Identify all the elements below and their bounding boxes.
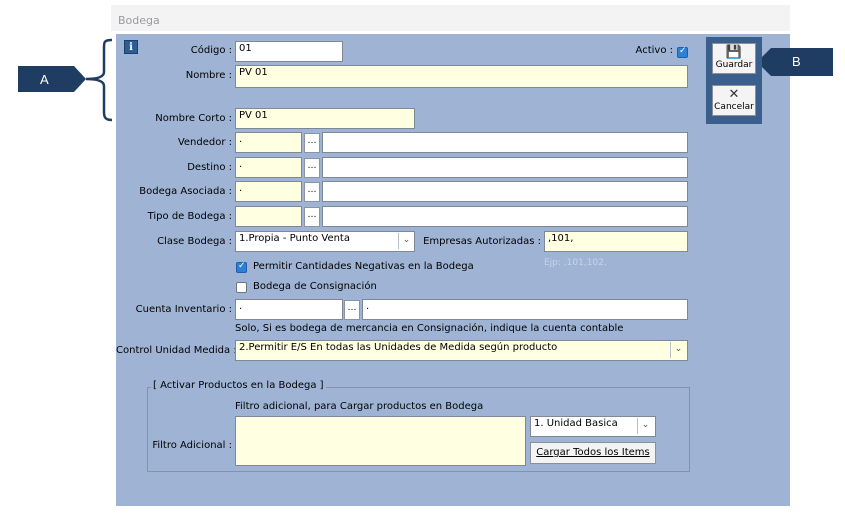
unidad-value: 1. Unidad Basica [534,418,618,429]
tipo-bodega-label: Tipo de Bodega : [147,211,232,222]
bodega-asociada-code-input[interactable]: . [235,181,302,202]
destino-label: Destino : [187,162,232,173]
cuenta-inventario-lookup-button[interactable]: … [344,300,360,320]
save-button[interactable]: 💾 Guardar [712,43,756,74]
tipo-bodega-desc-input[interactable] [322,206,688,227]
cuenta-inventario-note: Solo, Si es bodega de mercancia en Consi… [235,323,624,334]
consignacion-label: Bodega de Consignación [253,281,377,292]
empresas-hint: Ejp: ,101,102, [544,258,607,268]
activar-productos-legend: [ Activar Productos en la Bodega ] [151,380,326,391]
save-button-label: Guardar [715,60,753,70]
activo-label: Activo : [635,45,673,56]
window-title: Bodega [111,5,790,31]
cancel-button[interactable]: ✕ Cancelar [712,85,756,116]
callout-a-bracket [85,38,113,122]
filtro-note: Filtro adicional, para Cargar productos … [235,401,484,412]
callout-b-label: B [792,54,801,69]
permitir-negativas-label: Permitir Cantidades Negativas en la Bode… [253,261,474,272]
control-unidad-value: 2.Permitir E/S En todas las Unidades de … [239,342,558,353]
filtro-adicional-textarea[interactable] [235,416,526,466]
cuenta-inventario-desc-input[interactable]: . [362,299,688,320]
clase-bodega-value: 1.Propia - Punto Venta [239,233,350,244]
bodega-asociada-desc-input[interactable] [322,181,688,202]
clase-bodega-select[interactable]: 1.Propia - Punto Venta [235,231,415,252]
consignacion-checkbox[interactable] [236,282,247,293]
nombre-input[interactable]: PV 01 [235,65,688,88]
destino-lookup-button[interactable]: … [304,158,320,178]
tipo-bodega-code-input[interactable] [235,206,302,227]
chevron-down-icon[interactable]: ⌄ [670,342,686,358]
vendedor-label: Vendedor : [177,137,232,148]
codigo-label: Código : [190,45,232,56]
cancel-x-icon: ✕ [728,87,740,102]
filtro-adicional-label: Filtro Adicional : [152,440,232,451]
chevron-down-icon[interactable]: ⌄ [398,233,414,249]
callout-a-label: A [40,72,49,87]
empresas-label: Empresas Autorizadas : [423,236,541,247]
control-unidad-select[interactable]: 2.Permitir E/S En todas las Unidades de … [235,340,688,361]
codigo-input[interactable]: 01 [235,41,343,62]
vendedor-desc-input[interactable] [322,132,688,153]
callout-a: A [18,66,86,92]
nombre-corto-label: Nombre Corto : [155,113,232,124]
vendedor-lookup-button[interactable]: … [304,133,320,153]
vendedor-code-input[interactable]: . [235,132,302,153]
nombre-label: Nombre : [185,70,232,81]
permitir-negativas-checkbox[interactable] [236,261,247,273]
tipo-bodega-lookup-button[interactable]: … [304,207,320,227]
destino-code-input[interactable]: . [235,157,302,178]
cancel-button-label: Cancelar [714,102,754,112]
clase-bodega-label: Clase Bodega : [157,236,232,247]
cuenta-inventario-code-input[interactable]: . [235,299,343,320]
floppy-disk-icon: 💾 [725,45,743,60]
info-icon: i [124,40,138,54]
bodega-asociada-lookup-button[interactable]: … [304,182,320,202]
empresas-input[interactable]: ,101, [544,231,688,252]
cargar-todos-button[interactable]: Cargar Todos los Items [530,442,656,464]
bodega-asociada-label: Bodega Asociada : [139,186,232,197]
cuenta-inventario-label: Cuenta Inventario : [135,304,232,315]
chevron-down-icon[interactable]: ⌄ [637,418,653,434]
control-unidad-label: Control Unidad Medida : [116,345,237,356]
callout-a-shape [18,66,86,92]
activo-checkbox[interactable] [677,46,688,58]
destino-desc-input[interactable] [322,157,688,178]
nombre-corto-input[interactable]: PV 01 [235,108,415,129]
